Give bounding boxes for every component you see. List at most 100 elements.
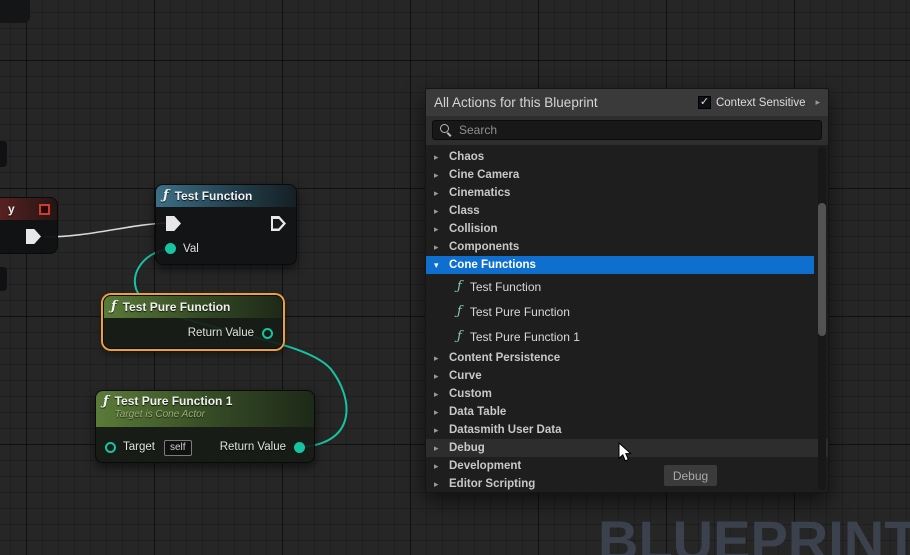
action-label: Test Pure Function 1	[469, 329, 580, 344]
context-sensitive-label: Context Sensitive	[715, 96, 806, 109]
exec-in-pin[interactable]	[166, 216, 181, 231]
chevron-right-icon: ▸	[434, 389, 439, 399]
category-row-editor-scripting[interactable]: ▸ Editor Scripting	[426, 475, 828, 492]
node-title: Test Pure Function 1	[114, 394, 233, 408]
node-subtitle: Target is Cone Actor	[114, 409, 206, 420]
chevron-right-icon: ▸	[434, 371, 439, 381]
context-sensitive-group: ✓ Context Sensitive ▸	[697, 96, 820, 109]
actions-list[interactable]: ▸ Chaos ▸ Cine Camera ▸ Cinematics ▸ Cla…	[426, 145, 828, 492]
action-row-test-pure-function[interactable]: ƒ Test Pure Function	[426, 299, 828, 324]
category-row-chaos[interactable]: ▸ Chaos	[426, 148, 828, 166]
search-field[interactable]	[432, 120, 822, 140]
exec-out-pin[interactable]	[26, 229, 41, 244]
node-title: Test Function	[174, 189, 253, 203]
menu-title: All Actions for this Blueprint	[434, 95, 598, 110]
pin-label: Val	[183, 243, 199, 255]
category-row-data-table[interactable]: ▸ Data Table	[426, 403, 828, 421]
category-row-cinematics[interactable]: ▸ Cinematics	[426, 184, 828, 202]
node-test-function[interactable]: ƒ Test Function Val	[155, 184, 297, 265]
check-icon: ✓	[699, 96, 710, 108]
chevron-right-icon: ▸	[434, 224, 439, 234]
node-test-pure-function[interactable]: ƒ Test Pure Function Return Value	[103, 295, 283, 349]
category-label: Chaos	[449, 151, 485, 163]
blueprint-watermark: BLUEPRINT	[598, 509, 910, 555]
action-row-test-function[interactable]: ƒ Test Function	[426, 274, 828, 299]
partial-node[interactable]: y	[0, 197, 58, 254]
return-value-output-pin[interactable]	[262, 328, 273, 339]
node-title: y	[8, 202, 15, 216]
corner-panel-fragment	[0, 0, 30, 23]
node-header: ƒ Test Function	[156, 185, 296, 207]
offscreen-node-fragment	[0, 141, 7, 167]
search-input[interactable]	[459, 123, 814, 137]
category-label: Collision	[449, 223, 498, 235]
chevron-right-icon: ▸	[434, 425, 439, 435]
node-test-pure-function-1[interactable]: ƒ Test Pure Function 1 Target is Cone Ac…	[95, 390, 315, 463]
chevron-right-icon: ▸	[434, 353, 439, 363]
search-icon	[440, 124, 452, 136]
target-input-pin[interactable]	[105, 442, 116, 453]
context-sensitive-checkbox[interactable]: ✓	[697, 96, 711, 109]
node-title: Test Pure Function	[122, 300, 231, 314]
chevron-right-icon: ▸	[434, 170, 439, 180]
offscreen-node-fragment	[0, 267, 7, 291]
category-label: Editor Scripting	[449, 478, 536, 490]
chevron-right-icon: ▸	[434, 479, 439, 489]
chevron-right-icon: ▸	[434, 461, 439, 471]
function-icon: ƒ	[163, 188, 169, 203]
category-label: Components	[449, 241, 520, 253]
chevron-down-icon: ▾	[434, 260, 439, 270]
category-label: Cine Camera	[449, 169, 520, 181]
category-row-cine-camera[interactable]: ▸ Cine Camera	[426, 166, 828, 184]
function-icon: ƒ	[111, 299, 117, 314]
pin-label: Return Value	[219, 441, 286, 453]
category-row-custom[interactable]: ▸ Custom	[426, 385, 828, 403]
chevron-right-icon: ▸	[434, 188, 439, 198]
category-label: Development	[449, 460, 522, 472]
category-row-datasmith-user-data[interactable]: ▸ Datasmith User Data	[426, 421, 828, 439]
action-row-test-pure-function-1[interactable]: ƒ Test Pure Function 1	[426, 324, 828, 349]
chevron-right-icon: ▸	[434, 152, 439, 162]
mouse-cursor-icon	[618, 441, 634, 469]
category-label: Content Persistence	[449, 352, 561, 364]
action-label: Test Function	[469, 279, 542, 294]
function-icon: ƒ	[103, 394, 109, 409]
category-label: Cinematics	[449, 187, 511, 199]
category-row-components[interactable]: ▸ Components	[426, 238, 828, 256]
chevron-right-icon: ▸	[434, 242, 439, 252]
node-header: ƒ Test Pure Function 1 Target is Cone Ac…	[96, 391, 314, 427]
menu-header: All Actions for this Blueprint ✓ Context…	[426, 89, 828, 116]
return-value-output-pin[interactable]	[294, 442, 305, 453]
function-icon: ƒ	[457, 304, 462, 319]
function-icon: ƒ	[457, 279, 462, 294]
category-row-content-persistence[interactable]: ▸ Content Persistence	[426, 349, 828, 367]
category-label: Cone Functions	[449, 259, 536, 271]
target-self-field[interactable]: self	[164, 440, 192, 456]
chevron-right-icon: ▸	[434, 443, 439, 453]
search-band	[426, 116, 828, 145]
pin-label: Target	[123, 441, 155, 453]
category-row-collision[interactable]: ▸ Collision	[426, 220, 828, 238]
action-label: Test Pure Function	[469, 304, 570, 319]
exec-out-pin[interactable]	[271, 216, 286, 231]
chevron-right-icon: ▸	[434, 206, 439, 216]
category-label: Class	[449, 205, 480, 217]
all-actions-menu: All Actions for this Blueprint ✓ Context…	[425, 88, 829, 493]
category-row-class[interactable]: ▸ Class	[426, 202, 828, 220]
node-header: y	[0, 198, 57, 220]
scrollbar-thumb[interactable]	[818, 203, 826, 336]
category-label: Debug	[449, 442, 485, 454]
blueprint-editor: BLUEPRINT y ƒ Test Function Val ƒ Test P…	[0, 0, 910, 555]
breakpoint-icon	[39, 203, 50, 215]
category-label: Data Table	[449, 406, 507, 418]
expander-arrow-icon[interactable]: ▸	[815, 97, 820, 108]
function-icon: ƒ	[457, 329, 462, 344]
pin-label: Return Value	[187, 327, 254, 339]
category-row-curve[interactable]: ▸ Curve	[426, 367, 828, 385]
category-row-cone-functions-selected[interactable]: ▾ Cone Functions	[426, 256, 814, 274]
val-input-pin[interactable]	[165, 243, 176, 254]
node-header: ƒ Test Pure Function	[104, 296, 282, 318]
scrollbar-track[interactable]	[818, 147, 826, 490]
category-label: Datasmith User Data	[449, 424, 562, 436]
debug-drag-ghost: Debug	[664, 465, 717, 486]
